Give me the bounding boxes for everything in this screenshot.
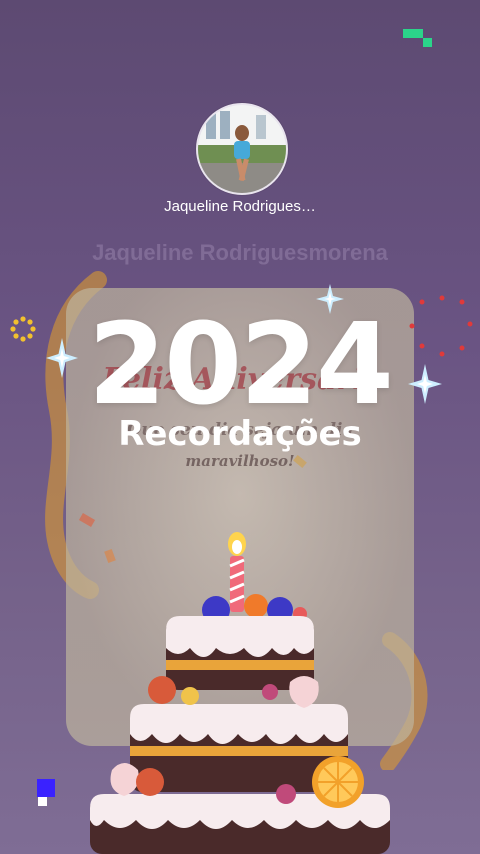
white-pixel-icon <box>38 797 47 806</box>
avatar-photo <box>198 105 286 193</box>
profile-name: Jaqueline Rodrigues… <box>164 198 316 215</box>
memories-story-screen: Feliz Aniversário Que seu dia seja um di… <box>0 0 480 854</box>
birthday-cake-icon <box>90 532 390 854</box>
memories-title: Recordações <box>118 414 362 454</box>
card-message-end: maravilhoso! <box>185 452 295 470</box>
green-pixel-icon <box>423 38 432 47</box>
blue-pixel-icon <box>37 779 55 797</box>
memories-year: 2024 <box>88 300 394 430</box>
green-pixel-icon <box>403 29 423 38</box>
avatar[interactable] <box>196 103 288 195</box>
profile-name-shadow: Jaqueline Rodriguesmorena <box>92 240 388 265</box>
